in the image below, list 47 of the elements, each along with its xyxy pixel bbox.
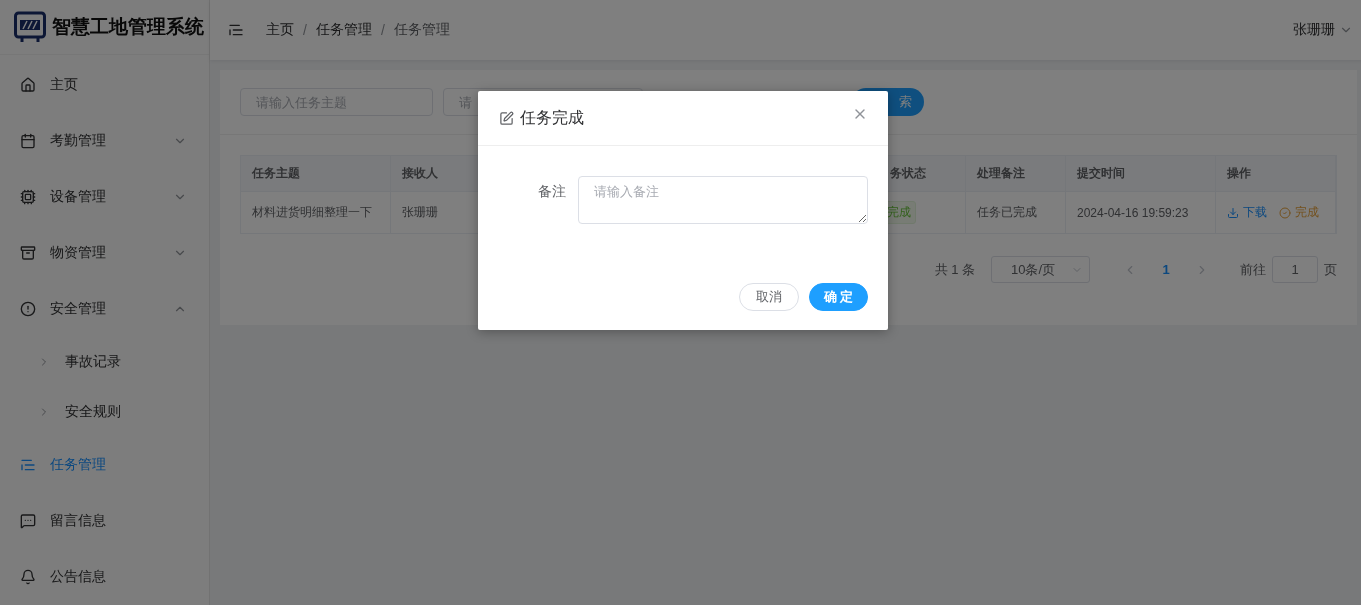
download-link[interactable]: 下载 (1227, 204, 1267, 221)
download-icon (1227, 206, 1239, 219)
page-size-select[interactable]: 10条/页 (991, 256, 1090, 283)
total-count: 共 1 条 (934, 260, 975, 279)
message-icon (20, 513, 36, 529)
table-cell: 材料进货明细整理一下 (241, 192, 391, 233)
chip-icon (20, 189, 36, 205)
breadcrumb-separator: / (303, 22, 307, 38)
home-icon (20, 77, 36, 93)
cancel-button[interactable]: 取消 (739, 283, 799, 311)
breadcrumb-separator: / (380, 22, 385, 38)
bell-icon (20, 569, 36, 585)
confirm-button[interactable]: 确 定 (809, 283, 868, 311)
sidebar-item[interactable]: 设备管理 (0, 169, 209, 225)
alert-icon (20, 301, 36, 317)
sidebar-item[interactable]: 主页 (0, 57, 209, 113)
column-header: 提交时间 (1066, 156, 1216, 192)
table-cell: 2024-04-16 19:59:23 (1066, 192, 1216, 233)
page-suffix: 页 (1324, 260, 1337, 279)
sidebar-item[interactable]: 留言信息 (0, 493, 209, 549)
menu-icon[interactable] (228, 22, 244, 38)
sidebar-item[interactable]: 考勤管理 (0, 113, 209, 169)
sidebar-item[interactable]: 公告信息 (0, 549, 209, 605)
calendar-icon (20, 133, 36, 149)
page-input[interactable]: 1 (1272, 256, 1318, 283)
check-circle-icon (1279, 206, 1291, 219)
page-number[interactable]: 1 (1148, 256, 1184, 283)
sidebar-item[interactable]: 物资管理 (0, 225, 209, 281)
goto-label: 前往 (1240, 260, 1266, 279)
logo-icon (14, 11, 46, 43)
sidebar-subitem[interactable]: 事故记录 (0, 337, 209, 387)
sidebar-subitem[interactable]: 安全规则 (0, 387, 209, 437)
breadcrumb-item[interactable]: 任务管理 (393, 21, 450, 39)
remark-field[interactable]: 请输入备注 (578, 176, 868, 224)
user-name[interactable]: 张珊珊 (1293, 21, 1335, 39)
sidebar-item[interactable]: 安全管理 (0, 281, 209, 337)
app-title: 智慧工地管理系统 (52, 15, 204, 39)
breadcrumb-item[interactable]: 主页 (266, 21, 294, 39)
dialog-title: 任务完成 (520, 107, 585, 128)
column-header: 处理备注 (966, 156, 1066, 192)
archive-icon (20, 245, 36, 261)
table-cell: 任务已完成 (966, 192, 1066, 233)
column-header: 操作 (1216, 156, 1336, 192)
breadcrumb-item[interactable]: 任务管理 (315, 21, 372, 39)
sidebar-item[interactable]: 任务管理 (0, 437, 209, 493)
edit-icon (499, 110, 514, 126)
column-header: 任务主题 (241, 156, 391, 192)
